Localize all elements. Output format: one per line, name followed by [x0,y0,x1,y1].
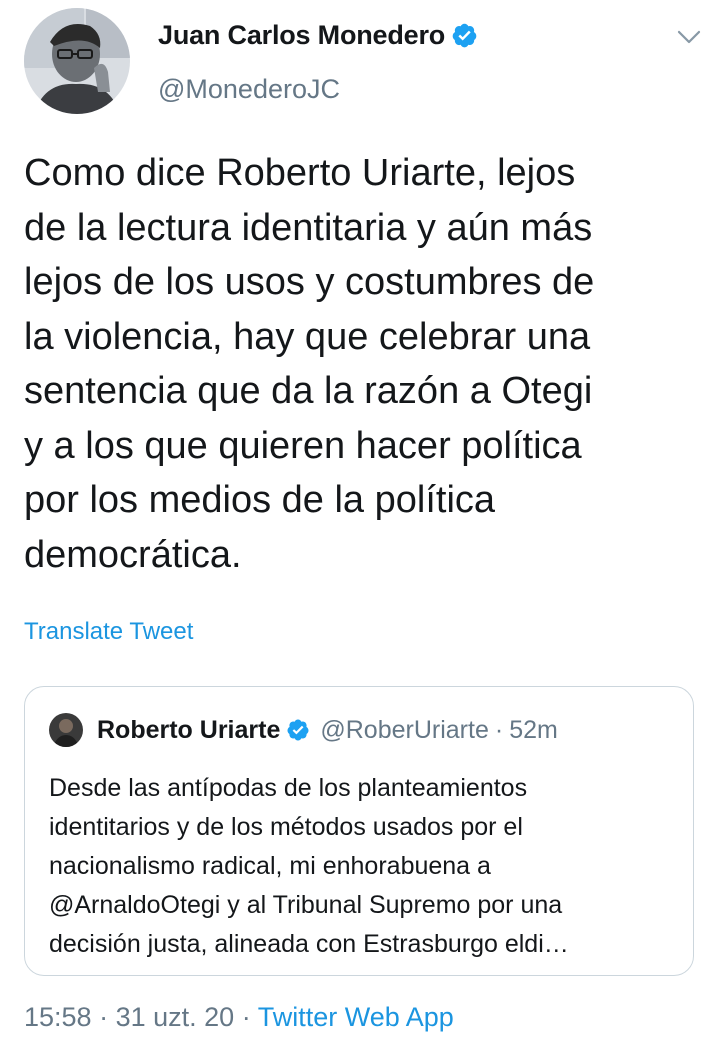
quoted-author-handle: @RoberUriarte [320,715,489,744]
author-avatar[interactable] [24,8,130,114]
quoted-tweet-text: Desde las antípodas de los planteamiento… [49,774,569,958]
quoted-timestamp: 52m [509,715,558,744]
meta-separator: · [99,1002,109,1032]
author-display-name[interactable]: Juan Carlos Monedero [158,20,445,51]
tweet-time[interactable]: 15:58 [24,1002,92,1032]
quoted-separator: · [494,715,504,744]
quoted-tweet-header: Roberto Uriarte @RoberUriarte · 52m [49,713,558,747]
tweet-source-link[interactable]: Twitter Web App [258,1002,454,1032]
verified-badge-icon [452,23,477,48]
quoted-author-display-name: Roberto Uriarte [97,715,281,744]
tweet-metadata: 15:58 · 31 uzt. 20 · Twitter Web App [24,1002,454,1033]
tweet-date[interactable]: 31 uzt. 20 [116,1002,235,1032]
meta-separator: · [241,1002,251,1032]
translate-tweet-link[interactable]: Translate Tweet [24,618,193,646]
author-avatar-photo [24,8,130,114]
author-handle[interactable]: @MonederoJC [158,74,340,105]
quoted-verified-badge-icon [287,719,309,741]
author-name-row[interactable]: Juan Carlos Monedero [158,20,478,51]
quoted-author-avatar-photo [49,713,83,747]
quoted-tweet-card[interactable]: Roberto Uriarte @RoberUriarte · 52m Desd… [24,686,694,976]
chevron-down-icon[interactable] [674,22,704,52]
quoted-author-avatar [49,713,83,747]
tweet-text: Como dice Roberto Uriarte, lejos de la l… [24,152,595,576]
tweet-header: Juan Carlos Monedero @MonederoJC [24,8,704,118]
